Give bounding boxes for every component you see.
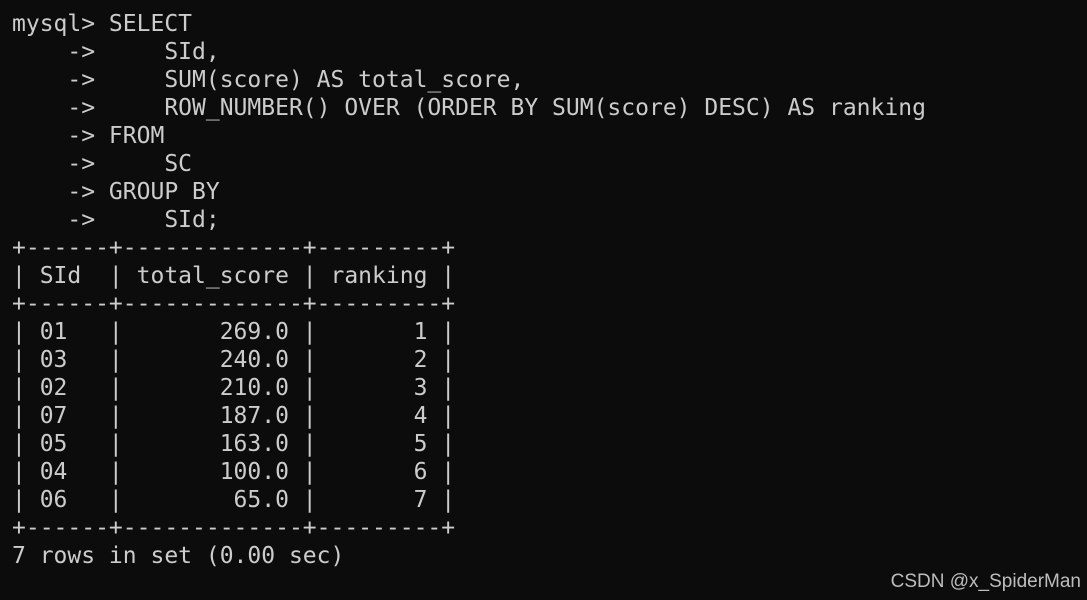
result-table-border: +------+-------------+---------+ [12,515,456,541]
terminal-line-continuation: -> ROW_NUMBER() OVER (ORDER BY SUM(score… [12,95,926,121]
terminal-line-continuation: -> GROUP BY [12,179,220,205]
result-table-border: +------+-------------+---------+ [12,235,456,261]
result-summary: 7 rows in set (0.00 sec) [12,543,345,569]
result-table-header: | SId | total_score | ranking | [12,263,456,289]
terminal-line-continuation: -> SC [12,151,193,177]
terminal-line-continuation: -> SId; [12,207,220,233]
result-table-row: | 05 | 163.0 | 5 | [12,431,456,457]
terminal-line-prompt-select: mysql> SELECT [12,11,193,37]
terminal-line-continuation: -> SUM(score) AS total_score, [12,67,525,93]
watermark: CSDN @x_SpiderMan [890,571,1081,592]
result-table-row: | 02 | 210.0 | 3 | [12,375,456,401]
result-table-row: | 01 | 269.0 | 1 | [12,319,456,345]
result-table-row: | 03 | 240.0 | 2 | [12,347,456,373]
terminal-line-continuation: -> SId, [12,39,220,65]
terminal-output[interactable]: mysql> SELECT -> SId, -> SUM(score) AS t… [12,10,1087,600]
terminal-line-continuation: -> FROM [12,123,165,149]
result-table-row: | 04 | 100.0 | 6 | [12,459,456,485]
result-table-row: | 06 | 65.0 | 7 | [12,487,456,513]
result-table-row: | 07 | 187.0 | 4 | [12,403,456,429]
result-table-border: +------+-------------+---------+ [12,291,456,317]
